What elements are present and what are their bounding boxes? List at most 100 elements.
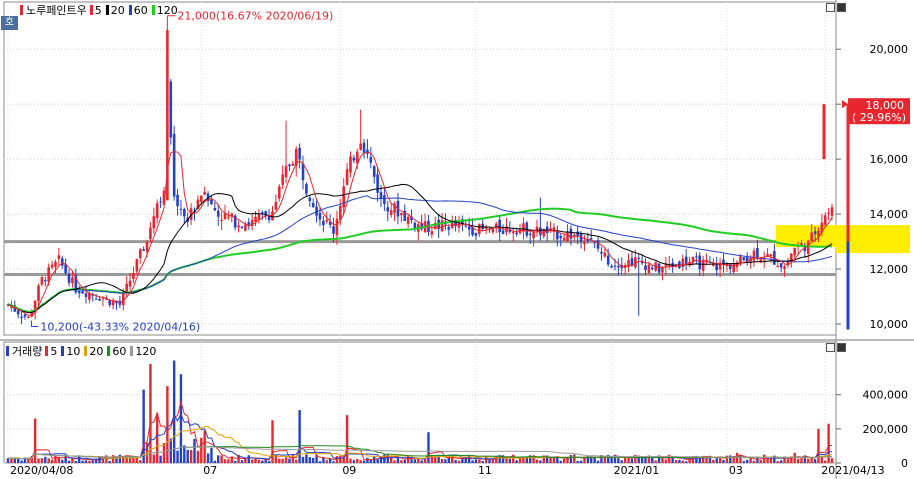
legend-item-ma20: 20	[84, 345, 103, 358]
price-ma-legend: 5 20 60 120	[89, 3, 178, 17]
volume-bar	[746, 459, 749, 463]
candle-body	[142, 249, 145, 251]
candle-body	[532, 231, 535, 239]
volume-bar	[339, 455, 342, 463]
candle-body	[566, 232, 569, 242]
volume-bar	[223, 459, 227, 463]
legend-item-ma120: 120	[151, 4, 178, 17]
candle-body	[155, 203, 159, 219]
candle-body	[447, 227, 451, 230]
volume-bar	[210, 447, 213, 463]
candle-body	[695, 256, 698, 258]
minimize-icon[interactable]	[826, 3, 835, 12]
volume-bar	[722, 459, 725, 463]
volume-bar	[240, 460, 244, 463]
maximize-icon[interactable]	[837, 3, 846, 12]
candle-body	[617, 265, 620, 268]
candle-body	[152, 216, 156, 229]
volume-bar	[549, 457, 552, 463]
volume-bar	[176, 450, 179, 463]
legend-item-ma5: 5	[45, 345, 57, 358]
volume-bar	[200, 437, 203, 463]
volume-bar	[162, 442, 166, 463]
volume-bar	[366, 457, 369, 463]
candle-body	[430, 231, 434, 235]
candle-body	[308, 197, 312, 202]
candle-body	[779, 263, 783, 268]
volume-bar	[752, 460, 756, 463]
candle-body	[583, 242, 586, 245]
legend-label: 120	[135, 344, 157, 358]
candle-body	[77, 291, 81, 294]
volume-bar	[135, 458, 139, 463]
volume-bar	[227, 459, 230, 463]
legend-label: 5	[94, 3, 102, 17]
candle-body	[823, 215, 827, 225]
vol-ma120-line	[7, 446, 832, 460]
volume-bar	[278, 458, 281, 463]
volume-bar	[674, 460, 678, 463]
minimize-icon[interactable]	[826, 343, 835, 352]
volume-bar	[244, 458, 247, 463]
candle-body	[60, 258, 64, 266]
candle-body	[467, 226, 471, 230]
vol-ma20-line	[7, 425, 833, 460]
candle-body	[400, 213, 403, 216]
volume-bar	[267, 461, 271, 463]
volume-bar	[247, 455, 250, 463]
volume-bar	[159, 455, 162, 463]
legend-item-ma20: 20	[105, 4, 125, 17]
candle-body	[40, 277, 44, 285]
legend-label: 60	[133, 3, 148, 17]
candle-body	[464, 225, 468, 227]
candle-body	[335, 218, 339, 236]
candle-body	[183, 209, 186, 217]
candle-body	[111, 300, 115, 306]
price-panel-buttons	[826, 3, 846, 12]
volume-bar	[295, 459, 298, 463]
candle-body	[830, 207, 834, 216]
volume-bar	[796, 458, 800, 463]
volume-bar	[562, 458, 566, 463]
volume-bar	[400, 460, 403, 463]
candle-body	[101, 298, 105, 300]
price-legend: 노루페인트우 5 20 60 120	[20, 2, 178, 18]
candle-body	[23, 314, 27, 317]
candle-body	[478, 224, 481, 234]
volume-bar	[471, 460, 474, 463]
volume-bar	[301, 456, 305, 463]
candle-body	[128, 280, 132, 287]
legend-swatch	[151, 5, 155, 15]
candle-body	[776, 265, 780, 267]
candle-body	[247, 222, 251, 225]
candle-body	[10, 306, 13, 308]
volume-bar	[373, 456, 376, 463]
candle-body	[54, 261, 57, 268]
volume-bar	[156, 413, 159, 463]
price-tick-label: 20,000	[870, 43, 909, 56]
volume-bar	[620, 460, 623, 463]
candle-body	[610, 265, 613, 268]
x-tick-label: 11	[478, 464, 492, 477]
volume-bar	[515, 460, 518, 463]
legend-item-ma60: 60	[128, 3, 148, 17]
candle-body	[491, 228, 495, 233]
legend-item-ma10: 10	[61, 345, 80, 358]
legend-swatch	[128, 5, 132, 15]
volume-bar	[661, 457, 664, 463]
chart-tag[interactable]: 호	[1, 16, 18, 30]
volume-bar	[288, 458, 291, 463]
volume-bar	[118, 454, 122, 463]
low-annotation: 10,200(-43.33% 2020/04/16)	[40, 321, 200, 334]
volume-bar	[40, 458, 44, 463]
volume-bar	[71, 458, 74, 463]
volume-bar	[427, 432, 430, 463]
volume-bar	[6, 458, 10, 463]
maximize-icon[interactable]	[837, 343, 846, 352]
price-tick-label: 12,000	[870, 263, 909, 276]
volume-bar	[559, 460, 562, 463]
legend-swatch	[89, 5, 93, 15]
volume-bar	[261, 460, 264, 463]
candle-body	[596, 240, 600, 249]
ma60-line	[7, 195, 833, 314]
